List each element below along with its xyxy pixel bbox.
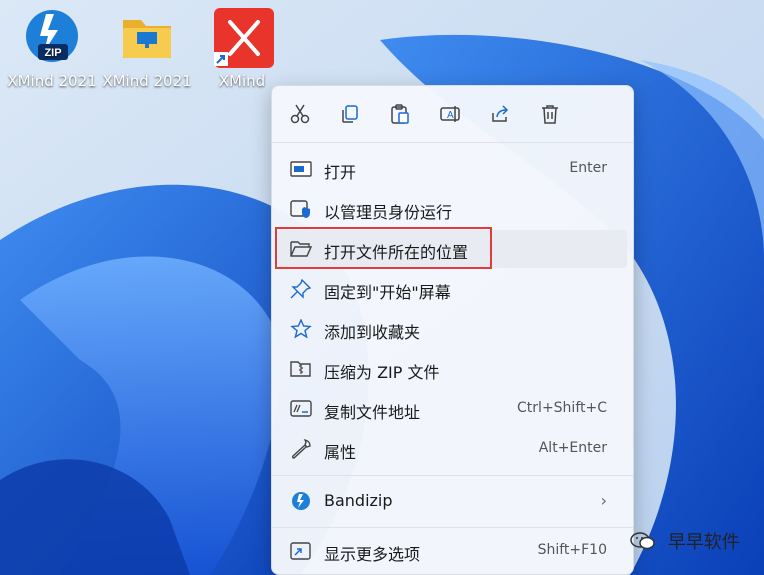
menu-item-copy-path[interactable]: 复制文件地址 Ctrl+Shift+C (278, 390, 627, 428)
rename-button[interactable]: A (439, 103, 461, 125)
menu-item-compress-zip[interactable]: 压缩为 ZIP 文件 (278, 350, 627, 388)
wrench-icon (290, 439, 312, 459)
svg-text:ZIP: ZIP (44, 47, 61, 59)
delete-button[interactable] (539, 103, 561, 125)
wechat-icon (630, 531, 656, 551)
run-as-admin-shield-icon (290, 199, 312, 219)
menu-item-label: 打开 (324, 163, 357, 182)
menu-separator (272, 527, 633, 528)
menu-item-show-more-options[interactable]: 显示更多选项 Shift+F10 (278, 532, 627, 570)
desktop-icon-xmind-zip[interactable]: ZIP XMind 2021 (4, 8, 100, 90)
more-options-icon (290, 541, 312, 561)
desktop-icon-label: XMind 2021 (102, 72, 192, 90)
cut-icon (290, 104, 310, 124)
chevron-right-icon: › (600, 491, 607, 510)
menu-item-label: 压缩为 ZIP 文件 (324, 363, 440, 382)
menu-item-label: 固定到"开始"屏幕 (324, 283, 451, 302)
highlight-annotation-box (275, 227, 492, 269)
paste-button[interactable] (389, 103, 411, 125)
menu-item-run-as-admin[interactable]: 以管理员身份运行 (278, 190, 627, 228)
copy-button[interactable] (339, 103, 361, 125)
watermark-text: 早早软件 (667, 532, 740, 553)
star-icon (290, 319, 312, 339)
menu-item-shortcut: Ctrl+Shift+C (517, 400, 607, 416)
menu-item-label: 显示更多选项 (324, 545, 421, 564)
watermark: 早早软件 (630, 528, 740, 554)
menu-item-pin-to-start[interactable]: 固定到"开始"屏幕 (278, 270, 627, 308)
menu-item-bandizip[interactable]: Bandizip › (278, 482, 627, 520)
paste-icon (391, 104, 409, 124)
menu-item-properties[interactable]: 属性 Alt+Enter (278, 430, 627, 468)
share-button[interactable] (489, 103, 511, 125)
copy-icon (342, 105, 358, 123)
copy-path-icon (290, 399, 312, 419)
cut-button[interactable] (289, 103, 311, 125)
menu-item-label: Bandizip (324, 491, 393, 510)
desktop-icon-xmind-app[interactable]: XMind (194, 8, 290, 90)
menu-separator (272, 142, 633, 143)
bandizip-icon (290, 491, 312, 511)
zip-folder-icon (290, 359, 312, 379)
menu-separator (272, 475, 633, 476)
delete-icon (542, 105, 558, 124)
menu-item-label: 复制文件地址 (324, 403, 421, 422)
rename-icon: A (440, 106, 460, 122)
menu-item-shortcut: Enter (569, 160, 607, 176)
menu-item-shortcut: Shift+F10 (537, 542, 607, 558)
menu-item-open[interactable]: 打开 Enter (278, 150, 627, 188)
desktop-icon-xmind-folder[interactable]: XMind 2021 (99, 8, 195, 90)
share-icon (492, 105, 509, 122)
menu-item-add-to-favorites[interactable]: 添加到收藏夹 (278, 310, 627, 348)
menu-item-shortcut: Alt+Enter (538, 440, 607, 456)
menu-item-label: 添加到收藏夹 (324, 323, 421, 342)
open-icon (290, 159, 312, 179)
xmind-app-shortcut-icon (214, 8, 274, 68)
svg-text:A: A (447, 110, 454, 121)
context-menu: A 打开 Enter 以管理员身份运行 打开文件所在的位置 固定到"开始"屏幕 … (271, 85, 634, 575)
menu-item-label: 属性 (324, 443, 357, 462)
desktop-icon-label: XMind 2021 (7, 72, 97, 90)
context-menu-toolbar: A (272, 86, 633, 142)
bandizip-zip-icon: ZIP (24, 8, 80, 66)
menu-item-label: 以管理员身份运行 (324, 203, 453, 222)
folder-icon (119, 8, 175, 66)
pin-icon (290, 279, 312, 299)
